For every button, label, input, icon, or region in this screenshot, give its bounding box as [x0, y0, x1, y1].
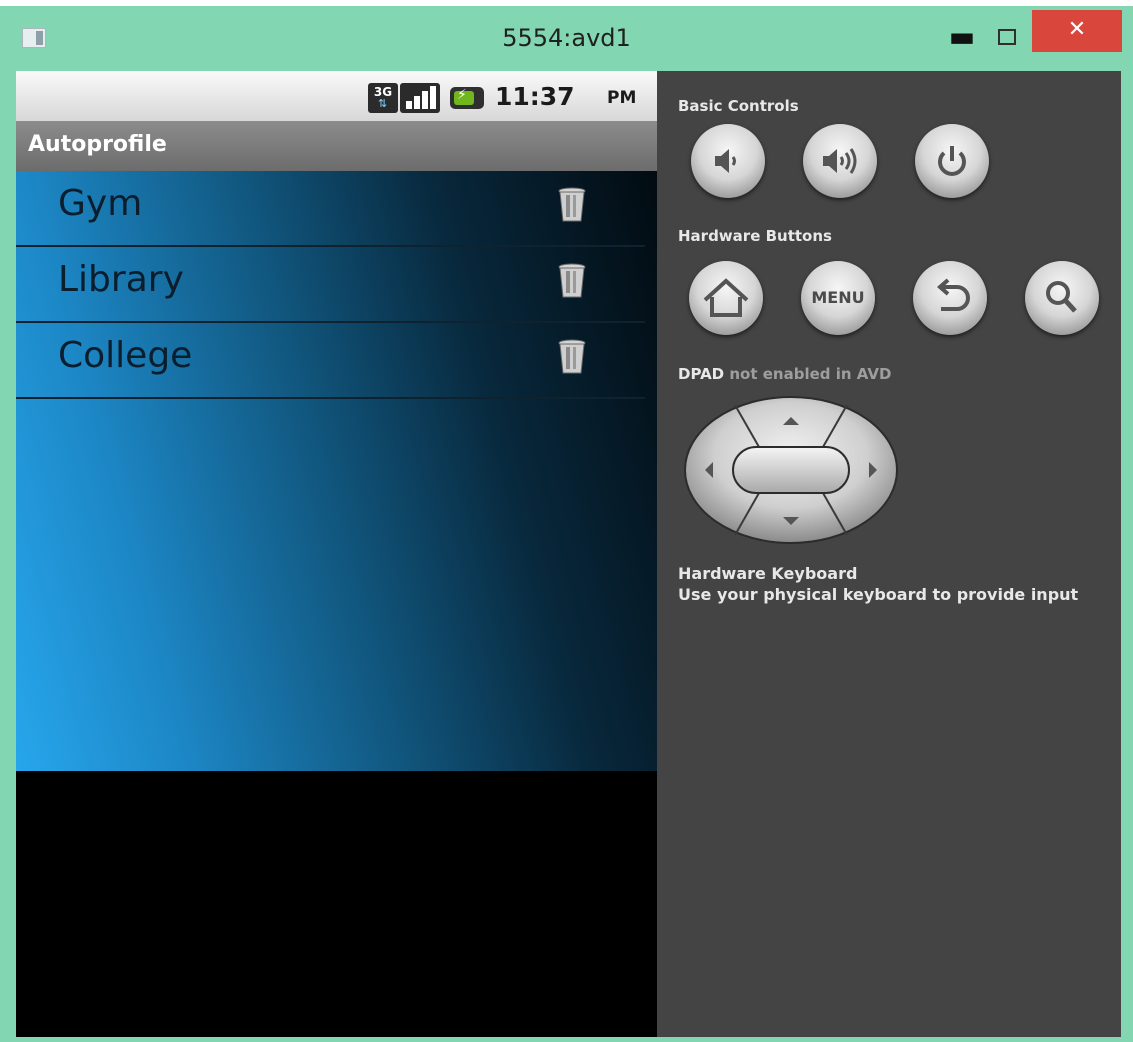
clock-ampm: PM	[607, 88, 637, 108]
profile-list: Gym Library College	[16, 171, 657, 771]
dpad-title: DPAD	[678, 365, 725, 383]
dpad[interactable]	[683, 395, 899, 545]
dpad-note: not enabled in AVD	[724, 365, 892, 383]
search-icon	[1046, 281, 1077, 313]
list-item-label: Gym	[58, 183, 143, 224]
list-item-label: College	[58, 335, 193, 376]
back-button[interactable]	[913, 261, 987, 335]
volume-down-icon	[715, 149, 736, 173]
clock-time: 11:37	[495, 82, 575, 111]
app-title-bar: Autoprofile	[16, 121, 657, 171]
maximize-icon[interactable]	[984, 24, 1024, 54]
trash-icon[interactable]	[557, 339, 587, 375]
minimize-icon[interactable]: ▬	[942, 23, 982, 54]
status-bar: 3G 11:37 PM	[16, 71, 657, 121]
signal-icon	[400, 83, 440, 113]
power-button[interactable]	[915, 124, 989, 198]
volume-down-button[interactable]	[691, 124, 765, 198]
list-item-label: Library	[58, 259, 184, 300]
volume-up-icon	[823, 148, 857, 174]
3g-icon: 3G	[368, 83, 398, 113]
basic-controls-label: Basic Controls	[678, 97, 799, 115]
title-bar[interactable]: 5554:avd1 ▬ ✕	[0, 6, 1133, 72]
battery-icon	[450, 87, 484, 109]
menu-button[interactable]: MENU	[801, 261, 875, 335]
power-icon	[938, 146, 966, 176]
list-item[interactable]: Gym	[16, 171, 645, 247]
close-icon[interactable]: ✕	[1032, 10, 1122, 52]
trash-icon[interactable]	[557, 263, 587, 299]
device-screen[interactable]: 3G 11:37 PM Autoprofile Gym	[16, 71, 657, 1037]
dpad-center-button[interactable]	[732, 446, 850, 494]
volume-up-button[interactable]	[803, 124, 877, 198]
home-button[interactable]	[689, 261, 763, 335]
app-title: Autoprofile	[28, 132, 167, 157]
list-item[interactable]: College	[16, 323, 645, 399]
trash-icon[interactable]	[557, 187, 587, 223]
emulator-client-area: 3G 11:37 PM Autoprofile Gym	[16, 71, 1121, 1037]
menu-button-label: MENU	[811, 288, 865, 307]
hardware-buttons-label: Hardware Buttons	[678, 227, 832, 245]
search-button[interactable]	[1025, 261, 1099, 335]
home-icon	[703, 278, 749, 317]
dpad-label: DPAD not enabled in AVD	[678, 365, 891, 383]
keyboard-title: Hardware Keyboard	[678, 564, 858, 583]
keyboard-text: Use your physical keyboard to provide in…	[678, 585, 1079, 604]
back-icon	[936, 278, 970, 311]
emulator-window: 5554:avd1 ▬ ✕ 3G 11:37 PM Autoprofile Gy…	[0, 6, 1133, 1042]
list-item[interactable]: Library	[16, 247, 645, 323]
